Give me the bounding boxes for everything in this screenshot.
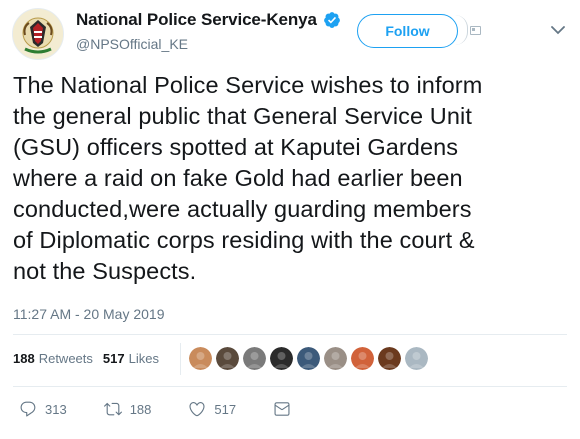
coat-of-arms-icon bbox=[13, 9, 63, 59]
liker-avatar[interactable] bbox=[378, 347, 401, 370]
retweets-label[interactable]: Retweets bbox=[39, 351, 93, 366]
retweet-count: 188 bbox=[129, 401, 152, 417]
liker-avatar[interactable] bbox=[216, 347, 239, 370]
direct-message-button[interactable] bbox=[273, 400, 291, 418]
avatar[interactable] bbox=[12, 8, 64, 60]
divider bbox=[13, 386, 567, 387]
reply-count: 313 bbox=[45, 401, 67, 417]
like-button[interactable]: 517 bbox=[188, 400, 236, 418]
like-count: 517 bbox=[214, 401, 237, 417]
account-name-row[interactable]: National Police Service-Kenya bbox=[76, 10, 341, 30]
embed-icon bbox=[470, 26, 481, 35]
tweet-timestamp[interactable]: 11:27 AM - 20 May 2019 bbox=[13, 306, 165, 322]
liker-avatar[interactable] bbox=[189, 347, 212, 370]
liker-avatar[interactable] bbox=[243, 347, 266, 370]
reply-button[interactable]: 313 bbox=[19, 400, 67, 418]
likes-label[interactable]: Likes bbox=[129, 351, 159, 366]
tweet-actions: 313 188 517 bbox=[19, 400, 328, 418]
retweet-button[interactable]: 188 bbox=[103, 400, 152, 418]
heart-icon bbox=[189, 402, 205, 417]
liker-avatar[interactable] bbox=[297, 347, 320, 370]
retweet-icon bbox=[103, 402, 122, 416]
divider bbox=[13, 334, 567, 335]
follow-button[interactable]: Follow bbox=[357, 14, 458, 48]
liker-avatar[interactable] bbox=[324, 347, 347, 370]
verified-badge-icon bbox=[323, 12, 340, 28]
tweet-card: National Police Service-Kenya @NPSOffici… bbox=[0, 0, 580, 439]
tweet-text: The National Police Service wishes to in… bbox=[13, 72, 483, 284]
more-options-button[interactable] bbox=[548, 20, 568, 40]
liker-avatar[interactable] bbox=[351, 347, 374, 370]
envelope-icon bbox=[274, 402, 290, 416]
engagement-stats: 188 Retweets 517 Likes bbox=[13, 351, 169, 366]
display-name[interactable]: National Police Service-Kenya bbox=[76, 10, 317, 30]
liker-avatar[interactable] bbox=[270, 347, 293, 370]
liker-avatars bbox=[189, 347, 428, 370]
follow-button-edge bbox=[455, 15, 468, 45]
account-handle[interactable]: @NPSOfficial_KE bbox=[76, 36, 188, 52]
reply-icon bbox=[20, 401, 36, 417]
liker-avatar[interactable] bbox=[405, 347, 428, 370]
retweets-count[interactable]: 188 bbox=[13, 351, 35, 366]
chevron-down-icon bbox=[551, 26, 565, 35]
stats-separator bbox=[180, 343, 181, 375]
likes-count[interactable]: 517 bbox=[103, 351, 125, 366]
